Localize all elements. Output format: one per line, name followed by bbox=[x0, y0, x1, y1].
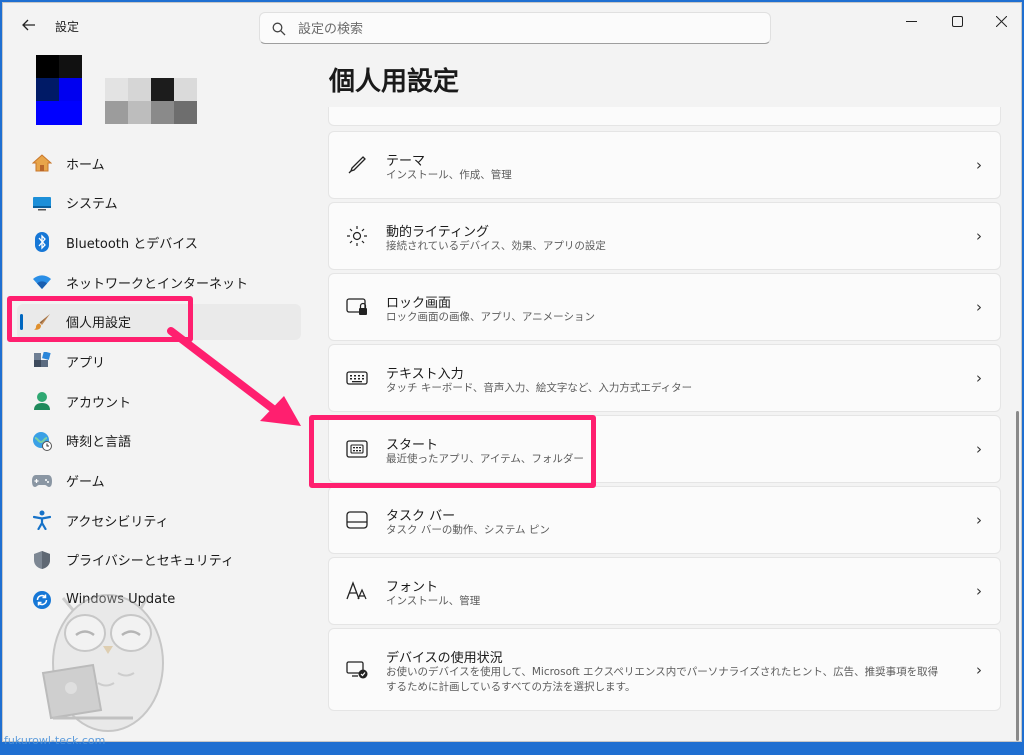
title-bar: 設定 bbox=[3, 3, 1021, 49]
back-button[interactable] bbox=[17, 15, 41, 39]
back-arrow-icon bbox=[22, 19, 35, 31]
pointer-arrow bbox=[167, 327, 301, 426]
card-taskbar[interactable]: タスク バー タスク バーの動作、システム ピン › bbox=[328, 486, 1001, 554]
sidebar-item-label: プライバシーとセキュリティ bbox=[66, 554, 234, 570]
sidebar-item-label: 時刻と言語 bbox=[66, 435, 132, 451]
chevron-right-icon: › bbox=[976, 156, 982, 174]
card-subtitle: お使いのデバイスを使用して、Microsoft エクスペリエンス内でパーソナライ… bbox=[386, 666, 939, 693]
owl-mascot-illustration bbox=[41, 594, 164, 732]
search-box[interactable] bbox=[259, 12, 771, 44]
lighting-icon bbox=[345, 224, 369, 248]
lock-screen-icon bbox=[345, 295, 369, 319]
sidebar-item-label: アプリ bbox=[66, 355, 106, 371]
sidebar-item-label: ゲーム bbox=[66, 475, 105, 490]
sidebar-item-accessibility[interactable]: アクセシビリティ bbox=[17, 502, 301, 538]
card-lock-screen[interactable]: ロック画面 ロック画面の画像、アプリ、アニメーション › bbox=[328, 273, 1001, 341]
site-watermark: fukurowl-teck.com bbox=[4, 734, 106, 747]
sidebar-item-gaming[interactable]: ゲーム bbox=[17, 463, 301, 499]
user-name-pixelated bbox=[105, 78, 197, 124]
maximize-icon bbox=[951, 15, 963, 27]
card-dynamic-lighting[interactable]: 動的ライティング 接続されているデバイス、効果、アプリの設定 › bbox=[328, 202, 1001, 270]
card-fonts[interactable]: フォント インストール、管理 › bbox=[328, 557, 1001, 625]
chevron-right-icon: › bbox=[976, 440, 982, 458]
card-subtitle: インストール、管理 bbox=[386, 595, 481, 607]
card-title: フォント bbox=[386, 580, 439, 595]
card-title: テーマ bbox=[386, 154, 426, 169]
card-title: デバイスの使用状況 bbox=[386, 651, 503, 666]
card-theme[interactable]: テーマ インストール、作成、管理 › bbox=[328, 131, 1001, 199]
close-icon bbox=[995, 15, 1007, 27]
search-input[interactable] bbox=[298, 19, 758, 39]
app-title: 設定 bbox=[55, 20, 80, 34]
brush-pen-icon bbox=[345, 153, 369, 177]
sidebar-item-label: システム bbox=[66, 197, 118, 213]
page-title: 個人用設定 bbox=[329, 67, 460, 97]
sidebar-item-home[interactable]: ホーム bbox=[17, 145, 301, 181]
account-icon bbox=[31, 390, 53, 412]
card-title: タスク バー bbox=[386, 509, 456, 524]
minimize-icon bbox=[905, 20, 917, 22]
font-icon bbox=[345, 579, 369, 603]
shield-icon bbox=[31, 549, 53, 571]
system-icon bbox=[31, 192, 53, 214]
minimize-button[interactable] bbox=[888, 3, 934, 39]
maximize-button[interactable] bbox=[934, 3, 980, 39]
card-subtitle: インストール、作成、管理 bbox=[386, 169, 512, 181]
sidebar-item-system[interactable]: システム bbox=[17, 185, 301, 221]
card-device-usage[interactable]: デバイスの使用状況 お使いのデバイスを使用して、Microsoft エクスペリエ… bbox=[328, 628, 1001, 711]
accessibility-icon bbox=[31, 509, 53, 531]
highlight-box-start bbox=[309, 415, 596, 488]
card-subtitle: タッチ キーボード、音声入力、絵文字など、入力方式エディター bbox=[386, 382, 693, 394]
taskbar-icon bbox=[345, 508, 369, 532]
sidebar-item-bluetooth[interactable]: Bluetooth とデバイス bbox=[17, 224, 301, 260]
card-title: 動的ライティング bbox=[386, 225, 489, 240]
card-title: ロック画面 bbox=[386, 296, 452, 311]
bluetooth-icon bbox=[31, 231, 53, 253]
time-language-icon bbox=[31, 430, 53, 452]
settings-window: 設定 ホーム bbox=[2, 2, 1022, 742]
chevron-right-icon: › bbox=[976, 298, 982, 316]
card-text-input[interactable]: テキスト入力 タッチ キーボード、音声入力、絵文字など、入力方式エディター › bbox=[328, 344, 1001, 412]
device-usage-icon bbox=[345, 658, 369, 682]
card-partial-top bbox=[328, 107, 1001, 126]
sidebar-item-label: ホーム bbox=[66, 157, 105, 173]
card-subtitle: 接続されているデバイス、効果、アプリの設定 bbox=[386, 240, 606, 252]
chevron-right-icon: › bbox=[976, 369, 982, 387]
gamepad-icon bbox=[31, 470, 53, 492]
chevron-right-icon: › bbox=[976, 582, 982, 600]
card-subtitle: タスク バーの動作、システム ピン bbox=[386, 524, 550, 536]
card-title: テキスト入力 bbox=[386, 367, 464, 382]
wifi-icon bbox=[31, 271, 53, 293]
chevron-right-icon: › bbox=[976, 511, 982, 529]
avatar[interactable] bbox=[36, 55, 82, 125]
sidebar-item-network[interactable]: ネットワークとインターネット bbox=[17, 264, 301, 300]
keyboard-icon bbox=[345, 366, 369, 390]
sidebar-item-label: アクセシビリティ bbox=[66, 514, 169, 530]
sidebar-item-label: Bluetooth とデバイス bbox=[66, 236, 198, 252]
apps-icon bbox=[31, 350, 53, 372]
search-icon bbox=[272, 22, 286, 36]
main-scrollbar[interactable] bbox=[1016, 411, 1019, 741]
card-subtitle: ロック画面の画像、アプリ、アニメーション bbox=[386, 311, 595, 323]
close-button[interactable] bbox=[978, 3, 1021, 39]
sidebar-item-label: ネットワークとインターネット bbox=[66, 276, 249, 292]
sidebar-item-label: アカウント bbox=[66, 395, 132, 411]
sidebar-item-privacy[interactable]: プライバシーとセキュリティ bbox=[17, 542, 301, 578]
chevron-right-icon: › bbox=[976, 660, 982, 679]
chevron-right-icon: › bbox=[976, 227, 982, 245]
home-icon bbox=[31, 152, 53, 174]
